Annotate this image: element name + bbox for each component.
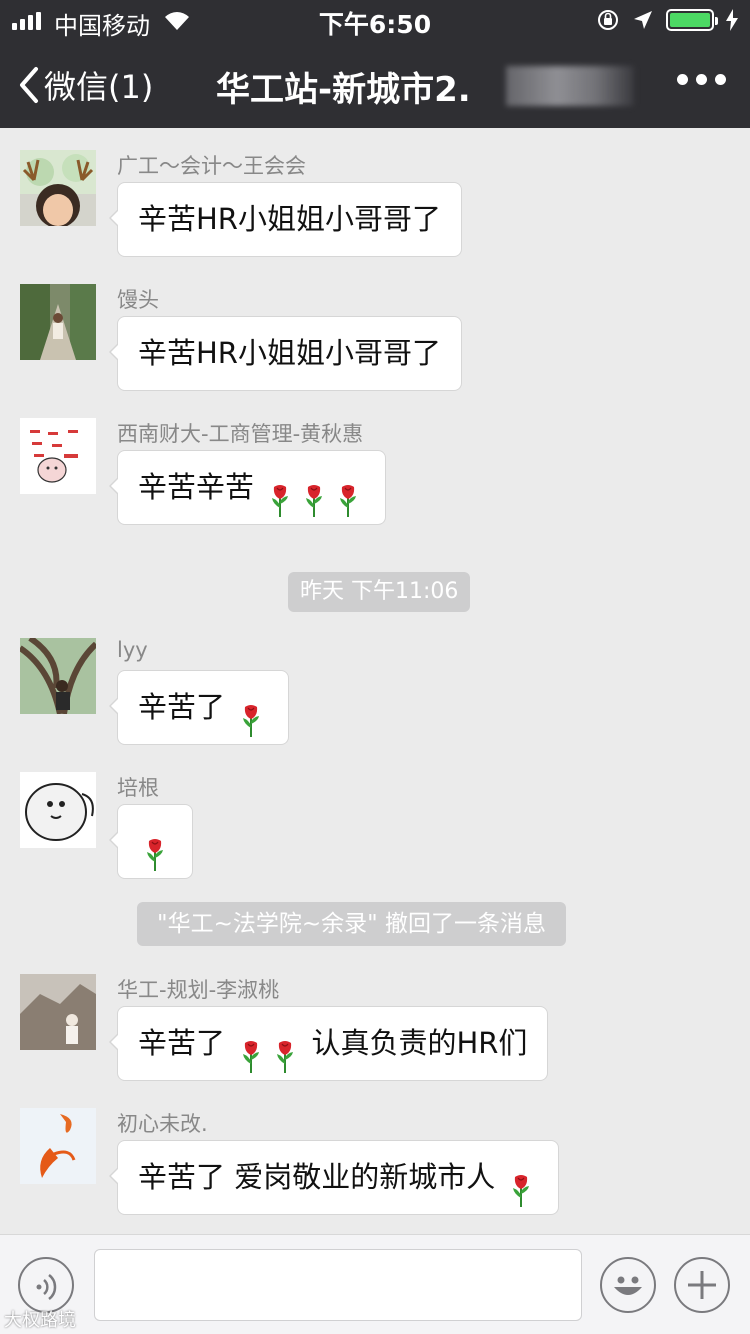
message-bubble[interactable] [109, 804, 193, 879]
message-text: 辛苦HR小姐姐小哥哥了 [138, 336, 441, 370]
navigation-bar: 微信(1) 华工站-新城市2. [0, 40, 750, 128]
message-bubble[interactable]: 辛苦辛苦 [108, 450, 387, 525]
message-text: 辛苦了 [138, 690, 226, 724]
back-label: 微信(1) [44, 68, 154, 106]
voice-icon[interactable] [18, 1257, 74, 1313]
wechat-group-chat-screen: 中国移动 下午6:50 微信(1) 华工站-新城市2. 广工～会计～王会会 辛苦… [0, 0, 750, 1334]
status-bar: 中国移动 下午6:50 [0, 0, 750, 40]
avatar[interactable] [20, 772, 96, 848]
sender-name: 馒头 [117, 288, 159, 312]
sender-name: 西南财大-工商管理-黄秋惠 [117, 422, 364, 446]
chevron-left-icon [20, 67, 38, 103]
top-bar: 中国移动 下午6:50 微信(1) 华工站-新城市2. [0, 0, 750, 128]
avatar[interactable] [20, 974, 96, 1050]
battery-icon [666, 9, 718, 31]
rose-emoji-icon [510, 1162, 532, 1207]
sender-name: 初心未改. [117, 1112, 208, 1136]
message-bubble[interactable]: 辛苦了 认真负责的HR们 [108, 1006, 549, 1081]
watermark: 大权路境 [4, 1310, 76, 1331]
message-input[interactable] [94, 1249, 582, 1321]
redacted-title-area [506, 66, 634, 106]
orientation-lock-icon [598, 10, 618, 30]
timestamp-divider: 昨天 下午11:06 [288, 572, 471, 612]
sender-name: 华工-规划-李淑桃 [117, 978, 280, 1002]
plus-icon[interactable] [674, 1257, 730, 1313]
sender-name: lyy [117, 638, 148, 662]
rose-emoji-icon [144, 826, 166, 871]
sender-name: 培根 [117, 776, 159, 800]
location-icon [634, 11, 652, 29]
sender-name: 广工～会计～王会会 [117, 154, 306, 178]
avatar[interactable] [20, 284, 96, 360]
message-bubble[interactable]: 辛苦HR小姐姐小哥哥了 [109, 316, 462, 391]
rose-emoji-icon [274, 1028, 296, 1073]
input-bar [0, 1234, 750, 1334]
avatar[interactable] [20, 418, 96, 494]
message-bubble[interactable]: 辛苦HR小姐姐小哥哥了 [109, 182, 462, 257]
message-text: 辛苦了 [138, 1026, 226, 1060]
rose-emoji-icon [337, 472, 359, 517]
chat-title: 华工站-新城市2. [216, 70, 471, 110]
message-bubble[interactable]: 辛苦了 爱岗敬业的新城市人 [108, 1140, 560, 1215]
rose-emoji-icon [269, 472, 291, 517]
rose-emoji-icon [303, 472, 325, 517]
rose-emoji-icon [240, 692, 262, 737]
emoji-icon[interactable] [600, 1257, 656, 1313]
more-options-icon[interactable] [677, 74, 726, 85]
charging-bolt-icon [726, 9, 738, 31]
message-text: 辛苦HR小姐姐小哥哥了 [138, 202, 441, 236]
message-text-after: 认真负责的HR们 [311, 1026, 528, 1060]
recall-notice: "华工~法学院~余录" 撤回了一条消息 [137, 902, 567, 946]
message-list[interactable]: 广工～会计～王会会 辛苦HR小姐姐小哥哥了 馒头 辛苦HR小姐姐小哥哥了 西南财… [0, 128, 750, 1234]
avatar[interactable] [20, 638, 96, 714]
rose-emoji-icon [240, 1028, 262, 1073]
avatar[interactable] [20, 150, 96, 226]
back-button[interactable]: 微信(1) [18, 62, 153, 108]
avatar[interactable] [20, 1108, 96, 1184]
message-text: 辛苦了 爱岗敬业的新城市人 [138, 1160, 496, 1194]
message-bubble[interactable]: 辛苦了 [108, 670, 290, 745]
status-right [596, 8, 738, 32]
message-text: 辛苦辛苦 [138, 470, 255, 504]
